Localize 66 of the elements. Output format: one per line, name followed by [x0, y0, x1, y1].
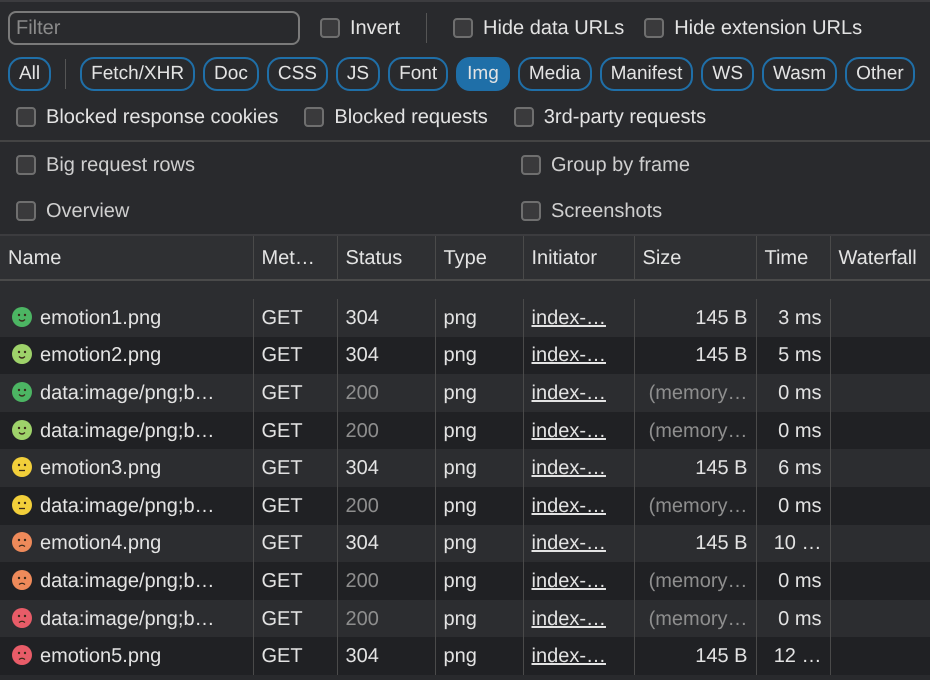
initiator-link[interactable]: index-… — [532, 457, 606, 480]
type-filter-chip[interactable]: Doc — [203, 57, 259, 91]
time-cell: 12 … — [756, 637, 830, 675]
column-header[interactable]: Time — [756, 235, 830, 280]
initiator-link[interactable]: index-… — [532, 645, 606, 668]
column-header[interactable]: Name — [0, 235, 253, 280]
type-filter-chip[interactable]: Font — [388, 57, 448, 91]
checkbox[interactable] — [453, 18, 474, 38]
file-name: data:image/png;b… — [40, 420, 215, 442]
option-checkbox[interactable]: 3rd-party requests — [514, 102, 706, 132]
initiator-link[interactable]: index-… — [532, 532, 606, 554]
filter-field[interactable]: Filter — [8, 11, 300, 45]
method-cell: GET — [253, 637, 337, 675]
checkbox[interactable] — [16, 201, 36, 221]
checkbox[interactable] — [514, 107, 534, 127]
file-name: emotion2.png — [40, 344, 162, 366]
setting-checkbox[interactable]: Screenshots — [521, 188, 914, 234]
option-checkbox[interactable]: Hide data URLs — [453, 13, 624, 43]
initiator-link[interactable]: index-… — [532, 494, 606, 517]
column-header[interactable]: Status — [337, 235, 435, 280]
file-name: data:image/png;b… — [40, 608, 215, 630]
checkbox[interactable] — [16, 155, 36, 175]
option-checkbox[interactable]: Blocked requests — [304, 102, 488, 132]
checkbox[interactable] — [304, 107, 324, 127]
size-cell: 145 B — [634, 637, 756, 675]
type-filter-chip[interactable]: Other — [845, 57, 915, 91]
type-cell: png — [435, 637, 523, 675]
type-filter-chip[interactable]: Img — [456, 57, 510, 91]
column-header[interactable]: Met… — [253, 235, 337, 280]
type-filter-chip[interactable]: WS — [701, 57, 754, 91]
file-name: data:image/png;b… — [40, 494, 215, 517]
initiator-link[interactable]: index-… — [532, 570, 606, 592]
initiator-link[interactable]: index-… — [532, 608, 606, 630]
initiator-link[interactable]: index-… — [532, 420, 606, 442]
type-filter-chip[interactable]: Manifest — [600, 57, 694, 91]
column-header[interactable]: Waterfall — [830, 235, 930, 280]
checkbox[interactable] — [521, 201, 541, 221]
column-header[interactable]: Size — [634, 235, 756, 280]
option-checkbox[interactable]: Invert — [320, 13, 400, 43]
type-filter-chip[interactable]: JS — [336, 57, 380, 91]
type-filter-chip[interactable]: Wasm — [762, 57, 838, 91]
type-filter-chip[interactable]: CSS — [266, 57, 328, 91]
file-name: data:image/png;b… — [40, 570, 215, 592]
option-checkbox[interactable]: Hide extension URLs — [644, 13, 862, 43]
type-filter-chip[interactable]: All — [8, 57, 52, 91]
file-name: emotion4.png — [40, 532, 162, 554]
column-header[interactable]: Initiator — [523, 235, 634, 280]
file-name: emotion5.png — [40, 645, 162, 668]
setting-checkbox[interactable]: Big request rows — [16, 142, 521, 188]
checkbox[interactable] — [16, 107, 36, 127]
column-header[interactable]: Type — [435, 235, 523, 280]
initiator-link[interactable]: index-… — [532, 306, 606, 329]
option-checkbox[interactable]: Blocked response cookies — [16, 102, 278, 132]
type-filter-chip[interactable]: Fetch/XHR — [80, 57, 196, 91]
initiator-link[interactable]: index-… — [532, 382, 606, 404]
type-filter-chip[interactable]: Media — [518, 57, 592, 91]
checkbox[interactable] — [521, 155, 541, 175]
setting-checkbox[interactable]: Overview — [16, 188, 521, 234]
checkbox[interactable] — [320, 18, 340, 38]
file-name: data:image/png;b… — [40, 382, 215, 404]
setting-checkbox[interactable]: Group by frame — [521, 142, 914, 188]
file-name: emotion3.png — [40, 457, 162, 480]
initiator-link[interactable]: index-… — [532, 344, 606, 366]
status-cell: 304 — [337, 637, 435, 675]
checkbox[interactable] — [644, 18, 664, 38]
file-name: emotion1.png — [40, 306, 162, 329]
